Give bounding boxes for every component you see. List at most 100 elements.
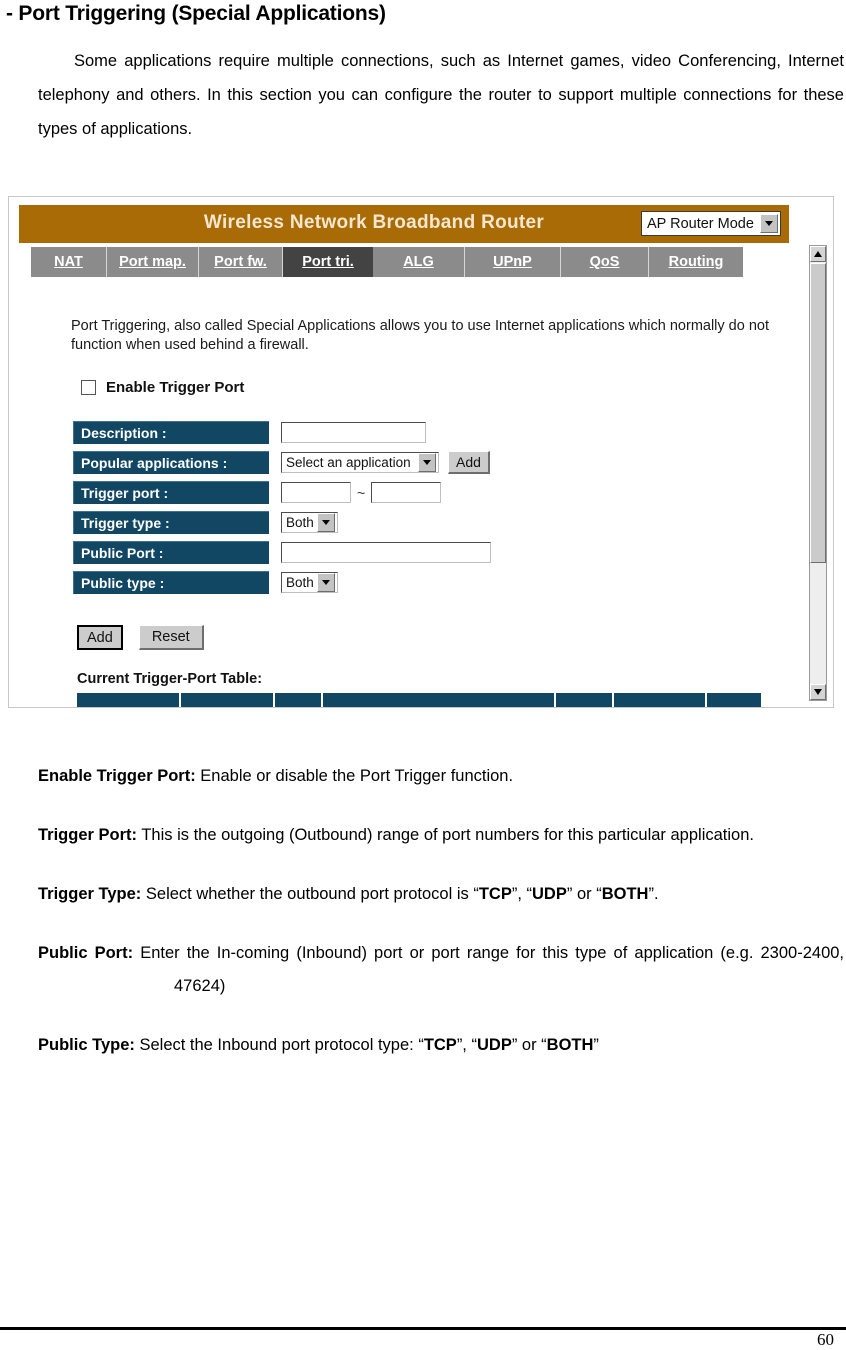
- form-row-description: Description :: [73, 421, 503, 444]
- trigger-type-value: Both: [286, 515, 314, 530]
- intro-paragraph: Some applications require multiple conne…: [38, 52, 844, 138]
- trigger-port-table-header: [77, 693, 763, 707]
- definition-term: Trigger Port:: [38, 826, 138, 844]
- protocol-both: BOTH: [546, 1036, 594, 1054]
- definition-text-prefix: Select the Inbound port protocol type: “: [139, 1036, 424, 1054]
- range-separator: ~: [357, 484, 366, 501]
- router-ui-viewport: Wireless Network Broadband Router AP Rou…: [9, 197, 799, 707]
- table-header-cell: [181, 693, 275, 707]
- definition-text-sep1: ”, “: [511, 885, 533, 903]
- router-banner-title: Wireless Network Broadband Router: [203, 212, 545, 233]
- tab-port-tri[interactable]: Port tri.: [283, 247, 373, 277]
- definition-public-port: Public Port: Enter the In-coming (Inboun…: [38, 937, 844, 1003]
- public-type-value: Both: [286, 575, 314, 590]
- chevron-down-icon[interactable]: [760, 214, 778, 233]
- table-header-cell: [323, 693, 556, 707]
- definition-trigger-port: Trigger Port: This is the outgoing (Outb…: [38, 819, 844, 852]
- tab-alg[interactable]: ALG: [373, 247, 465, 277]
- definition-text-sep1: ”, “: [456, 1036, 477, 1054]
- protocol-udp: UDP: [476, 1036, 512, 1054]
- definition-text-sep2: ” or “: [511, 1036, 547, 1054]
- table-header-cell: [707, 693, 763, 707]
- vertical-scrollbar[interactable]: [809, 245, 827, 701]
- definition-text-suffix: ”.: [648, 885, 659, 903]
- enable-trigger-port-label: Enable Trigger Port: [106, 379, 245, 396]
- protocol-tcp: TCP: [478, 885, 512, 903]
- form-row-public-port: Public Port :: [73, 541, 503, 564]
- chevron-down-icon[interactable]: [317, 513, 335, 532]
- definition-trigger-type: Trigger Type: Select whether the outboun…: [38, 878, 844, 911]
- field-description: [281, 422, 426, 443]
- field-trigger-type: Both: [281, 512, 338, 533]
- table-header-cell: [77, 693, 182, 707]
- router-banner: Wireless Network Broadband Router AP Rou…: [19, 205, 789, 243]
- trigger-port-form: Description : Popular applications : Sel…: [73, 421, 503, 601]
- definition-text-sep2: ” or “: [566, 885, 602, 903]
- tab-upnp[interactable]: UPnP: [465, 247, 561, 277]
- add-application-button[interactable]: Add: [448, 451, 490, 474]
- field-popular-applications: Select an application Add: [281, 451, 490, 474]
- page-number: 60: [817, 1330, 834, 1349]
- definition-text: Enter the In-coming (Inbound) port or po…: [140, 944, 845, 995]
- current-trigger-port-table-caption: Current Trigger-Port Table:: [77, 671, 263, 687]
- field-public-port: [281, 542, 491, 563]
- reset-button[interactable]: Reset: [138, 625, 204, 650]
- form-row-public-type: Public type : Both: [73, 571, 503, 594]
- trigger-port-from-input[interactable]: [281, 482, 351, 503]
- popular-applications-select[interactable]: Select an application: [281, 452, 439, 473]
- definition-list: Enable Trigger Port: Enable or disable t…: [38, 760, 844, 1088]
- public-type-select[interactable]: Both: [281, 572, 338, 593]
- label-trigger-type: Trigger type :: [73, 511, 269, 534]
- definition-term: Public Type:: [38, 1036, 135, 1054]
- enable-trigger-port-checkbox[interactable]: [81, 380, 96, 395]
- field-public-type: Both: [281, 572, 338, 593]
- footer-divider: [0, 1327, 846, 1330]
- protocol-tcp: TCP: [423, 1036, 457, 1054]
- page-title: - Port Triggering (Special Applications): [6, 2, 386, 25]
- protocol-udp: UDP: [532, 885, 567, 903]
- popular-applications-value: Select an application: [286, 455, 411, 470]
- tab-port-fw[interactable]: Port fw.: [199, 247, 283, 277]
- label-description: Description :: [73, 421, 269, 444]
- definition-term: Enable Trigger Port:: [38, 767, 196, 785]
- add-button[interactable]: Add: [77, 625, 123, 650]
- tab-nat[interactable]: NAT: [31, 247, 107, 277]
- protocol-both: BOTH: [601, 885, 649, 903]
- definition-text-suffix: ”: [593, 1036, 599, 1054]
- router-tab-bar: NAT Port map. Port fw. Port tri. ALG UPn…: [31, 247, 743, 277]
- definition-term: Trigger Type:: [38, 885, 142, 903]
- trigger-type-select[interactable]: Both: [281, 512, 338, 533]
- chevron-down-icon[interactable]: [418, 453, 436, 472]
- table-header-cell: [274, 693, 324, 707]
- form-row-trigger-type: Trigger type : Both: [73, 511, 503, 534]
- table-header-cell: [613, 693, 708, 707]
- trigger-port-to-input[interactable]: [371, 482, 442, 503]
- scroll-up-icon[interactable]: [810, 246, 826, 262]
- form-row-popular-applications: Popular applications : Select an applica…: [73, 451, 503, 474]
- definition-term: Public Port:: [38, 944, 134, 962]
- definition-text: Enable or disable the Port Trigger funct…: [200, 767, 514, 785]
- tab-port-map[interactable]: Port map.: [107, 247, 199, 277]
- scroll-down-icon[interactable]: [810, 684, 826, 700]
- chevron-down-icon[interactable]: [317, 573, 335, 592]
- form-action-buttons: Add Reset: [77, 625, 204, 650]
- router-ui-screenshot: Wireless Network Broadband Router AP Rou…: [8, 196, 834, 708]
- label-trigger-port: Trigger port :: [73, 481, 269, 504]
- definition-text: This is the outgoing (Outbound) range of…: [141, 826, 754, 844]
- ap-router-mode-select[interactable]: AP Router Mode: [641, 211, 781, 236]
- label-public-port: Public Port :: [73, 541, 269, 564]
- definition-public-type: Public Type: Select the Inbound port pro…: [38, 1029, 844, 1062]
- enable-trigger-port-row[interactable]: Enable Trigger Port: [81, 379, 244, 396]
- scrollbar-thumb[interactable]: [810, 263, 826, 563]
- field-trigger-port: ~: [281, 482, 442, 503]
- definition-text-prefix: Select whether the outbound port protoco…: [145, 885, 479, 903]
- port-triggering-description: Port Triggering, also called Special App…: [71, 318, 769, 353]
- tab-routing[interactable]: Routing: [649, 247, 743, 277]
- public-port-input[interactable]: [281, 542, 491, 563]
- table-header-cell: [555, 693, 614, 707]
- tab-qos[interactable]: QoS: [561, 247, 649, 277]
- definition-enable-trigger-port: Enable Trigger Port: Enable or disable t…: [38, 760, 844, 793]
- label-popular-applications: Popular applications :: [73, 451, 269, 474]
- label-public-type: Public type :: [73, 571, 269, 594]
- description-input[interactable]: [281, 422, 426, 443]
